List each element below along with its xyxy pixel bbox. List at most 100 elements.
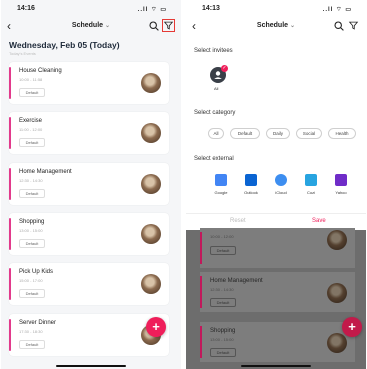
external-label: Google [214, 190, 228, 195]
invitee-all-avatar[interactable]: ✓ [210, 65, 228, 83]
event-time: 11:00 - 12:00 [19, 127, 43, 132]
avatar [141, 174, 161, 194]
search-icon[interactable] [149, 21, 159, 31]
add-event-button[interactable]: + [146, 317, 166, 337]
category-chip-social[interactable]: Social [296, 128, 322, 139]
event-title: Home Management [210, 278, 263, 284]
event-title: Server Dinner [19, 320, 57, 326]
external-label: Yahoo [335, 190, 347, 195]
event-time: 12:30 - 14:30 [210, 287, 234, 292]
event-tag: Default [19, 138, 45, 147]
event-title: Shopping [210, 328, 236, 334]
select-invitees-label: Select invitees [194, 48, 233, 54]
event-tag: Default [19, 289, 45, 298]
external-label: Cozi [306, 190, 315, 195]
select-category-label: Select category [194, 110, 236, 116]
event-time: 17:30 - 18:30 [19, 329, 43, 334]
event-tag: Default [19, 340, 45, 349]
event-card[interactable]: Server Dinner 17:30 - 18:30 Default [9, 314, 169, 356]
avatar [141, 274, 161, 294]
external-google[interactable]: Google [208, 174, 234, 195]
filter-icon [163, 21, 174, 30]
event-time: 10:00 - 12:00 [210, 234, 234, 239]
dimmed-event-card: Home Management 12:30 - 14:30 Default [200, 272, 355, 312]
nav-bar: ‹ Schedule ⌄ [1, 16, 181, 36]
event-time: 15:00 - 17:00 [19, 278, 43, 283]
page-title: Schedule [71, 22, 104, 29]
external-yahoo[interactable]: Yahoo [328, 174, 354, 195]
event-color-bar [9, 67, 11, 99]
page-title: Schedule [256, 22, 289, 29]
event-title: Shopping [19, 219, 45, 225]
chevron-down-icon: ⌄ [290, 23, 296, 29]
filter-button[interactable] [347, 19, 360, 32]
filter-sheet-screen: 14:13 ..ll ⌔ ▭ ‹ Schedule ⌄ Select invite… [186, 0, 366, 369]
event-time: 13:00 - 15:00 [19, 228, 43, 233]
filter-icon [348, 21, 359, 30]
avatar [327, 230, 347, 250]
home-indicator [56, 365, 126, 367]
status-bar: 14:16 ..ll ⌔ ▭ [1, 0, 181, 16]
cozi-icon [305, 174, 317, 186]
event-tag: Default [19, 239, 45, 248]
event-time: 13:00 - 15:00 [210, 337, 234, 342]
icloud-icon [275, 174, 287, 186]
dimmed-overlay[interactable]: 10:00 - 12:00 Default Home Management 12… [186, 228, 366, 369]
chevron-down-icon: ⌄ [105, 23, 111, 29]
event-card[interactable]: Home Management 12:30 - 14:30 Default [9, 163, 169, 205]
event-card[interactable]: Pick Up Kids 15:00 - 17:00 Default [9, 263, 169, 305]
avatar [327, 283, 347, 303]
yahoo-icon [335, 174, 347, 186]
outlook-icon [245, 174, 257, 186]
divider [186, 213, 366, 214]
select-external-label: Select external [194, 156, 234, 162]
category-chip-all[interactable]: All [208, 128, 224, 139]
status-time: 14:16 [17, 5, 35, 12]
category-chip-daily[interactable]: Daily [266, 128, 290, 139]
avatar [141, 123, 161, 143]
date-heading: Wednesday, Feb 05 (Today) [9, 40, 120, 50]
invitee-label: All [214, 86, 219, 91]
status-bar: 14:13 ..ll ⌔ ▭ [186, 0, 366, 16]
nav-bar: ‹ Schedule ⌄ [186, 16, 366, 36]
home-indicator [241, 365, 311, 367]
event-title: Exercise [19, 118, 43, 124]
event-tag: Default [19, 189, 45, 198]
event-color-bar [9, 319, 11, 351]
date-subheading: Today's Events [9, 51, 36, 56]
avatar [327, 333, 347, 353]
event-title: Home Management [19, 169, 72, 175]
screenshot: 14:16 ..ll ⌔ ▭ ‹ Schedule ⌄ Wednesday, Fe… [0, 0, 367, 369]
event-card[interactable]: House Cleaning 10:00 - 11:58 Default [9, 62, 169, 104]
event-color-bar [9, 168, 11, 200]
filter-button[interactable] [162, 19, 175, 32]
status-icons: ..ll ⌔ ▭ [322, 7, 352, 13]
search-icon[interactable] [334, 21, 344, 31]
save-button[interactable]: Save [312, 218, 326, 224]
event-time: 12:30 - 14:30 [19, 178, 43, 183]
reset-button[interactable]: Reset [230, 218, 246, 224]
event-color-bar [200, 326, 202, 358]
avatar [141, 73, 161, 93]
external-cozi[interactable]: Cozi [298, 174, 324, 195]
event-card[interactable]: Shopping 13:00 - 15:00 Default [9, 213, 169, 255]
external-outlook[interactable]: Outlook [238, 174, 264, 195]
status-time: 14:13 [202, 5, 220, 12]
category-chip-health[interactable]: Health [328, 128, 356, 139]
event-title: Pick Up Kids [19, 269, 54, 275]
event-color-bar [200, 276, 202, 308]
event-color-bar [9, 218, 11, 250]
status-icons: ..ll ⌔ ▭ [137, 7, 167, 13]
selected-check-icon: ✓ [221, 65, 228, 72]
event-title: House Cleaning [19, 68, 62, 74]
event-color-bar [9, 117, 11, 149]
category-chip-default[interactable]: Default [230, 128, 260, 139]
event-tag: Default [210, 246, 236, 255]
external-label: iCloud [275, 190, 287, 195]
external-label: Outlook [244, 190, 258, 195]
event-color-bar [9, 268, 11, 300]
event-tag: Default [210, 298, 236, 307]
event-card[interactable]: Exercise 11:00 - 12:00 Default [9, 112, 169, 154]
external-icloud[interactable]: iCloud [268, 174, 294, 195]
add-event-button[interactable]: + [342, 317, 362, 337]
